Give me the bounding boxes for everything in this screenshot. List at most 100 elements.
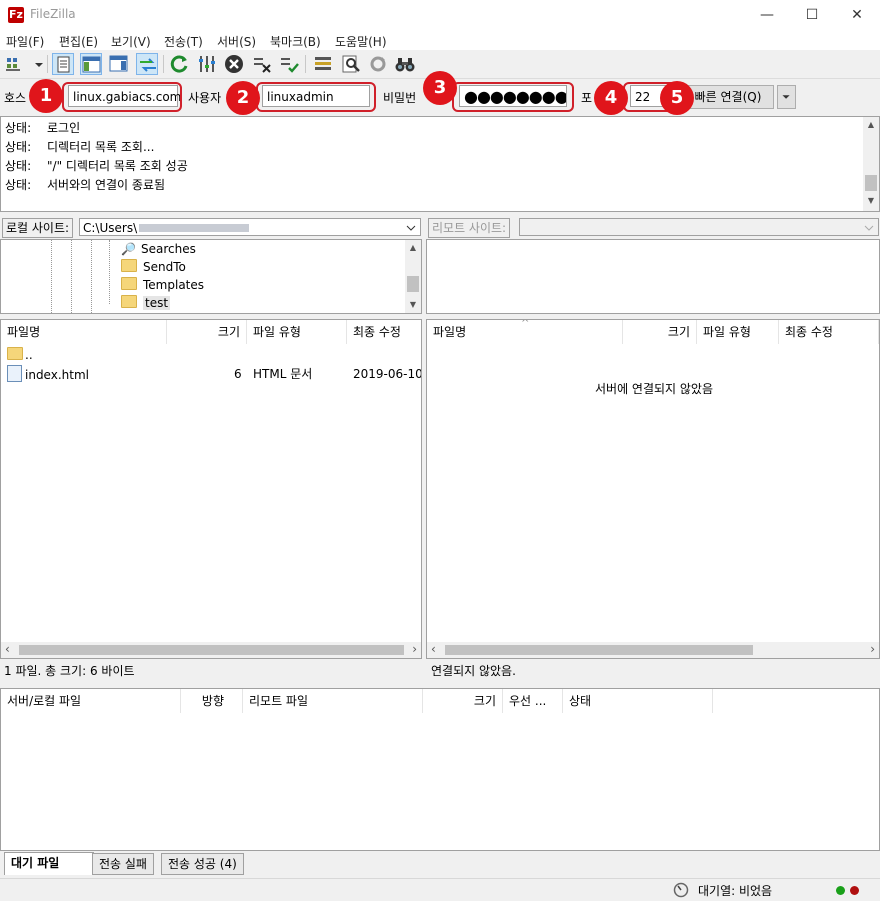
- menu-view[interactable]: 보기(V): [111, 33, 151, 50]
- remote-site-bar: 리모트 사이트:: [426, 216, 880, 238]
- remote-file-list[interactable]: 파일명 ^ 크기 파일 유형 최종 수정 서버에 연결되지 않았음 ‹ ›: [426, 319, 880, 659]
- scroll-thumb[interactable]: [445, 645, 753, 655]
- col-type[interactable]: 파일 유형: [247, 320, 347, 344]
- log-line: 상태: 서버와의 연결이 종료됨: [5, 178, 166, 192]
- annotation-badge-5: 5: [660, 81, 694, 115]
- disconnect-icon[interactable]: [251, 53, 273, 75]
- folder-icon: [121, 259, 137, 272]
- scroll-up-icon[interactable]: ▲: [405, 240, 421, 256]
- tree-item-templates[interactable]: Templates: [121, 276, 204, 294]
- col-size[interactable]: 크기: [423, 689, 503, 713]
- toggle-queue-icon[interactable]: [136, 53, 158, 75]
- folder-icon: [121, 277, 137, 290]
- process-queue-icon[interactable]: [196, 53, 218, 75]
- cancel-icon[interactable]: [223, 53, 245, 75]
- refresh-icon[interactable]: [168, 53, 190, 75]
- not-connected-message: 서버에 연결되지 않았음: [594, 382, 714, 396]
- annotation-badge-2: 2: [226, 81, 260, 115]
- title-bar: Fz FileZilla — ☐ ✕: [0, 0, 880, 30]
- local-hscrollbar[interactable]: ‹ ›: [1, 642, 421, 658]
- col-direction[interactable]: 방향: [181, 689, 243, 713]
- col-modified[interactable]: 최종 수정: [347, 320, 421, 344]
- col-status[interactable]: 상태: [563, 689, 713, 713]
- scroll-right-icon[interactable]: ›: [870, 642, 875, 656]
- tree-item-searches[interactable]: 🔎 Searches: [121, 240, 196, 258]
- toggle-remote-tree-icon[interactable]: [108, 53, 130, 75]
- local-status: 1 파일. 총 크기: 6 바이트: [4, 664, 135, 678]
- col-priority[interactable]: 우선 ...: [503, 689, 563, 713]
- toggle-local-tree-icon[interactable]: [80, 53, 102, 75]
- file-row-parent[interactable]: ..: [7, 346, 33, 364]
- menu-help[interactable]: 도움말(H): [335, 33, 387, 50]
- remote-status: 연결되지 않았음.: [431, 664, 516, 678]
- window-title: FileZilla: [30, 7, 76, 21]
- redacted-path: [139, 224, 250, 232]
- col-remote-file[interactable]: 리모트 파일: [243, 689, 423, 713]
- scroll-left-icon[interactable]: ‹: [5, 642, 10, 656]
- message-log[interactable]: 상태: 로그인 상태: 디렉터리 목록 조회... 상태: "/" 디렉터리 목록 조…: [0, 116, 880, 212]
- tab-queued-files[interactable]: 대기 파일: [4, 852, 94, 875]
- menu-file[interactable]: 파일(F): [6, 33, 44, 50]
- menu-transfer[interactable]: 전송(T): [164, 33, 203, 50]
- col-size[interactable]: 크기: [167, 320, 247, 344]
- scroll-left-icon[interactable]: ‹: [431, 642, 436, 656]
- col-size[interactable]: 크기: [623, 320, 697, 344]
- password-highlight: [452, 82, 574, 112]
- sort-ascending-icon: ^: [521, 319, 530, 329]
- annotation-badge-4: 4: [594, 81, 628, 115]
- scroll-right-icon[interactable]: ›: [412, 642, 417, 656]
- sync-browse-icon[interactable]: [367, 53, 389, 75]
- col-type[interactable]: 파일 유형: [697, 320, 779, 344]
- log-line: 상태: "/" 디렉터리 목록 조회 성공: [5, 159, 188, 173]
- binoculars-icon[interactable]: [394, 53, 416, 75]
- scroll-thumb[interactable]: [19, 645, 404, 655]
- folder-icon: [121, 295, 137, 308]
- scroll-down-icon[interactable]: ▼: [405, 297, 421, 313]
- scroll-up-icon[interactable]: ▲: [863, 117, 879, 133]
- minimize-button[interactable]: —: [744, 0, 790, 30]
- remote-site-label: 리모트 사이트:: [428, 218, 511, 238]
- file-row-index[interactable]: index.html 6 HTML 문서 2019-06-10: [7, 365, 421, 383]
- tab-successful-transfers[interactable]: 전송 성공 (4): [161, 853, 244, 875]
- menu-edit[interactable]: 편집(E): [59, 33, 98, 50]
- maximize-button[interactable]: ☐: [789, 0, 835, 30]
- chevron-down-icon: [406, 225, 416, 231]
- col-modified[interactable]: 최종 수정: [779, 320, 879, 344]
- host-highlight: [62, 82, 182, 112]
- filezilla-icon: Fz: [8, 7, 24, 23]
- local-file-list[interactable]: 파일명 크기 파일 유형 최종 수정 .. index.html 6 HTML …: [0, 319, 422, 659]
- quickconnect-button[interactable]: 빠른 연결(Q): [682, 85, 774, 109]
- col-local-file[interactable]: 서버/로컬 파일: [1, 689, 181, 713]
- remote-directory-tree[interactable]: [426, 239, 880, 314]
- transfer-queue[interactable]: 서버/로컬 파일 방향 리모트 파일 크기 우선 ... 상태: [0, 688, 880, 851]
- remote-hscrollbar[interactable]: ‹ ›: [427, 642, 879, 658]
- close-button[interactable]: ✕: [834, 0, 880, 30]
- filter-icon[interactable]: [312, 53, 334, 75]
- site-manager-icon[interactable]: [4, 53, 26, 75]
- local-directory-tree[interactable]: 🔎 Searches SendTo Templates test ▲ ▼: [0, 239, 422, 314]
- menu-bookmarks[interactable]: 북마크(B): [270, 33, 321, 50]
- col-filename[interactable]: 파일명: [1, 320, 167, 344]
- search-icon[interactable]: [340, 53, 362, 75]
- chevron-down-icon[interactable]: [28, 53, 43, 75]
- scroll-thumb[interactable]: [865, 175, 877, 191]
- log-scrollbar[interactable]: ▲ ▼: [863, 117, 879, 211]
- led-green-icon: [836, 886, 845, 895]
- tree-item-sendto[interactable]: SendTo: [121, 258, 186, 276]
- local-site-label: 로컬 사이트:: [2, 218, 74, 238]
- reconnect-icon[interactable]: [278, 53, 300, 75]
- tab-failed-transfers[interactable]: 전송 실패: [92, 853, 154, 875]
- tree-scrollbar[interactable]: ▲ ▼: [405, 240, 421, 313]
- folder-icon: [7, 347, 23, 360]
- scroll-down-icon[interactable]: ▼: [863, 193, 879, 209]
- local-path-combo[interactable]: C:\Users\: [79, 218, 421, 236]
- chevron-down-icon: [782, 95, 790, 99]
- local-site-bar: 로컬 사이트: C:\Users\: [0, 216, 422, 238]
- toggle-log-icon[interactable]: [52, 53, 74, 75]
- remote-path-combo[interactable]: [519, 218, 879, 236]
- host-label: 호스: [4, 91, 27, 105]
- tree-item-test[interactable]: test: [121, 294, 171, 312]
- scroll-thumb[interactable]: [407, 276, 419, 292]
- quickconnect-dropdown[interactable]: [777, 85, 796, 109]
- menu-server[interactable]: 서버(S): [217, 33, 256, 50]
